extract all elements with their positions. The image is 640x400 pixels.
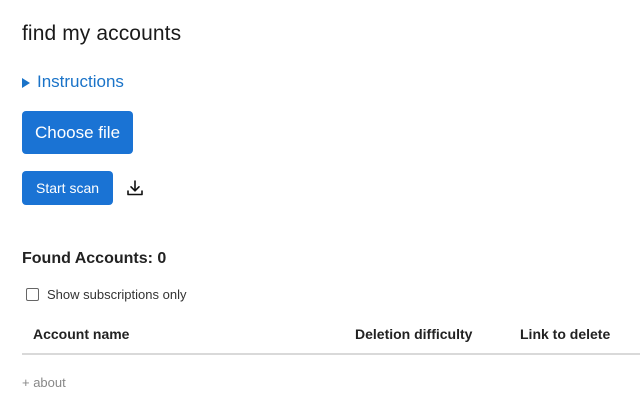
page-title: find my accounts — [22, 22, 182, 45]
download-icon[interactable] — [126, 179, 144, 197]
show-subscriptions-label: Show subscriptions only — [47, 287, 187, 302]
column-header-deletion-difficulty: Deletion difficulty — [355, 326, 473, 342]
found-accounts-count: Found Accounts: 0 — [22, 250, 167, 267]
instructions-label: Instructions — [37, 72, 124, 91]
show-subscriptions-row[interactable]: Show subscriptions only — [26, 287, 186, 302]
column-header-link-to-delete: Link to delete — [520, 326, 611, 342]
accounts-table-header: Account name Deletion difficulty Link to… — [22, 313, 640, 355]
choose-file-button[interactable]: Choose file — [22, 111, 133, 154]
about-toggle[interactable]: + about — [22, 375, 66, 390]
instructions-toggle[interactable]: Instructions — [22, 72, 124, 92]
show-subscriptions-checkbox[interactable] — [26, 288, 39, 301]
start-scan-button[interactable]: Start scan — [22, 171, 113, 205]
disclosure-triangle-icon — [22, 77, 30, 88]
column-header-account-name: Account name — [33, 326, 130, 342]
